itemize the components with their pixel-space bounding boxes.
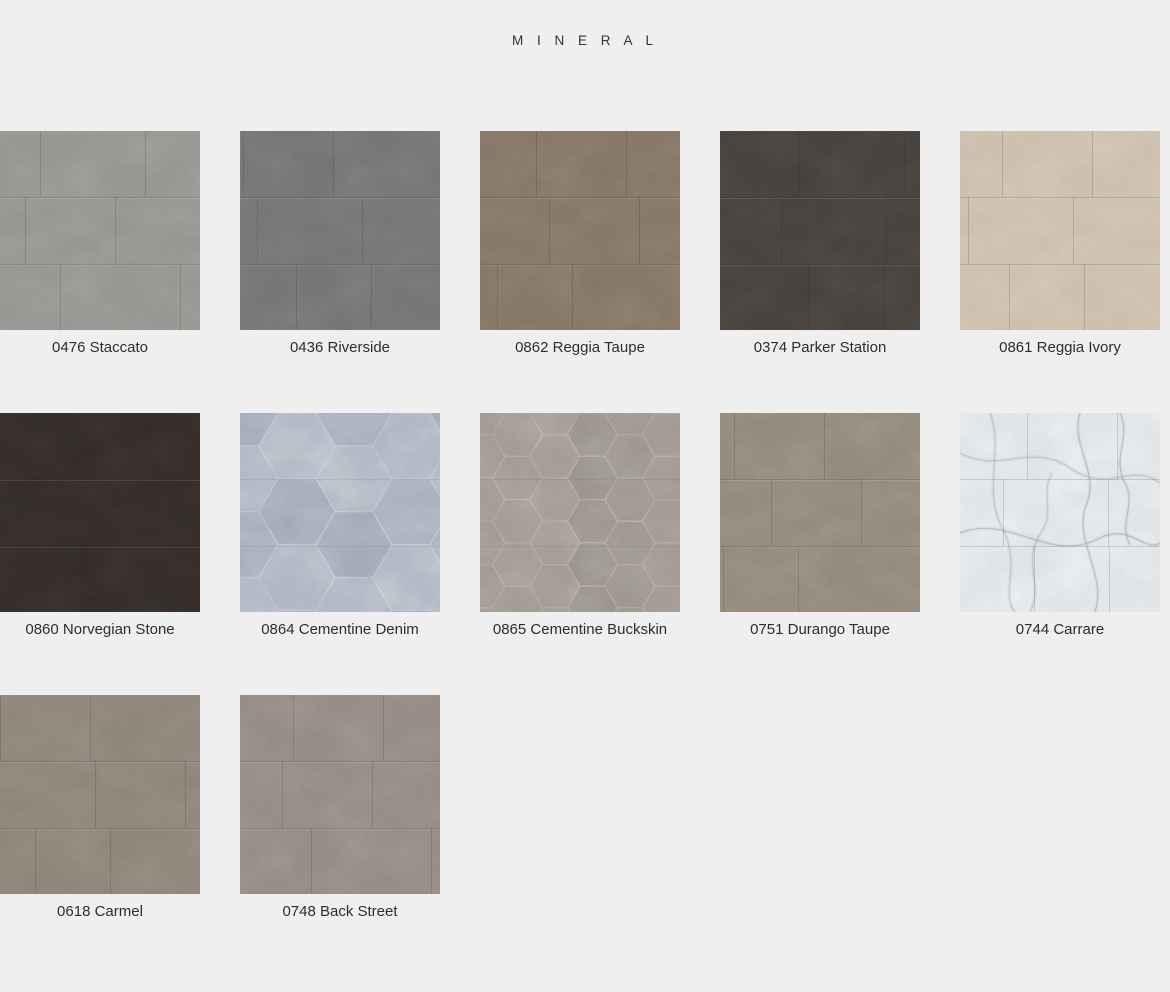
swatch-card[interactable]: 0862 Reggia Taupe — [480, 131, 680, 356]
swatch-label: 0865 Cementine Buckskin — [480, 621, 680, 638]
swatch-image — [720, 413, 920, 612]
swatch-image — [0, 413, 200, 612]
swatch-card[interactable]: 0865 Cementine Buckskin — [480, 413, 680, 638]
swatch-image — [240, 413, 440, 612]
swatch-image — [0, 695, 200, 894]
swatch-label: 0744 Carrare — [960, 621, 1160, 638]
swatch-label: 0748 Back Street — [240, 903, 440, 920]
swatch-card[interactable]: 0748 Back Street — [240, 695, 440, 920]
swatch-label: 0862 Reggia Taupe — [480, 339, 680, 356]
swatch-image — [0, 131, 200, 330]
swatch-image — [480, 413, 680, 612]
collection-title: M I N E R A L — [0, 33, 1170, 48]
swatch-grid: 0476 Staccato 0436 Riverside 0862 Reggia… — [0, 131, 1160, 920]
swatch-card[interactable]: 0618 Carmel — [0, 695, 200, 920]
swatch-image — [240, 695, 440, 894]
swatch-card[interactable]: 0751 Durango Taupe — [720, 413, 920, 638]
swatch-card[interactable]: 0476 Staccato — [0, 131, 200, 356]
swatch-image — [960, 131, 1160, 330]
swatch-card[interactable]: 0864 Cementine Denim — [240, 413, 440, 638]
swatch-label: 0618 Carmel — [0, 903, 200, 920]
swatch-label: 0864 Cementine Denim — [240, 621, 440, 638]
swatch-card[interactable]: 0436 Riverside — [240, 131, 440, 356]
swatch-label: 0860 Norvegian Stone — [0, 621, 200, 638]
swatch-image — [720, 131, 920, 330]
swatch-label: 0861 Reggia Ivory — [960, 339, 1160, 356]
swatch-card[interactable]: 0861 Reggia Ivory — [960, 131, 1160, 356]
swatch-card[interactable]: 0744 Carrare — [960, 413, 1160, 638]
swatch-label: 0374 Parker Station — [720, 339, 920, 356]
swatch-label: 0751 Durango Taupe — [720, 621, 920, 638]
swatch-image — [480, 131, 680, 330]
swatch-label: 0436 Riverside — [240, 339, 440, 356]
swatch-image — [960, 413, 1160, 612]
swatch-card[interactable]: 0860 Norvegian Stone — [0, 413, 200, 638]
swatch-image — [240, 131, 440, 330]
swatch-card[interactable]: 0374 Parker Station — [720, 131, 920, 356]
swatch-label: 0476 Staccato — [0, 339, 200, 356]
